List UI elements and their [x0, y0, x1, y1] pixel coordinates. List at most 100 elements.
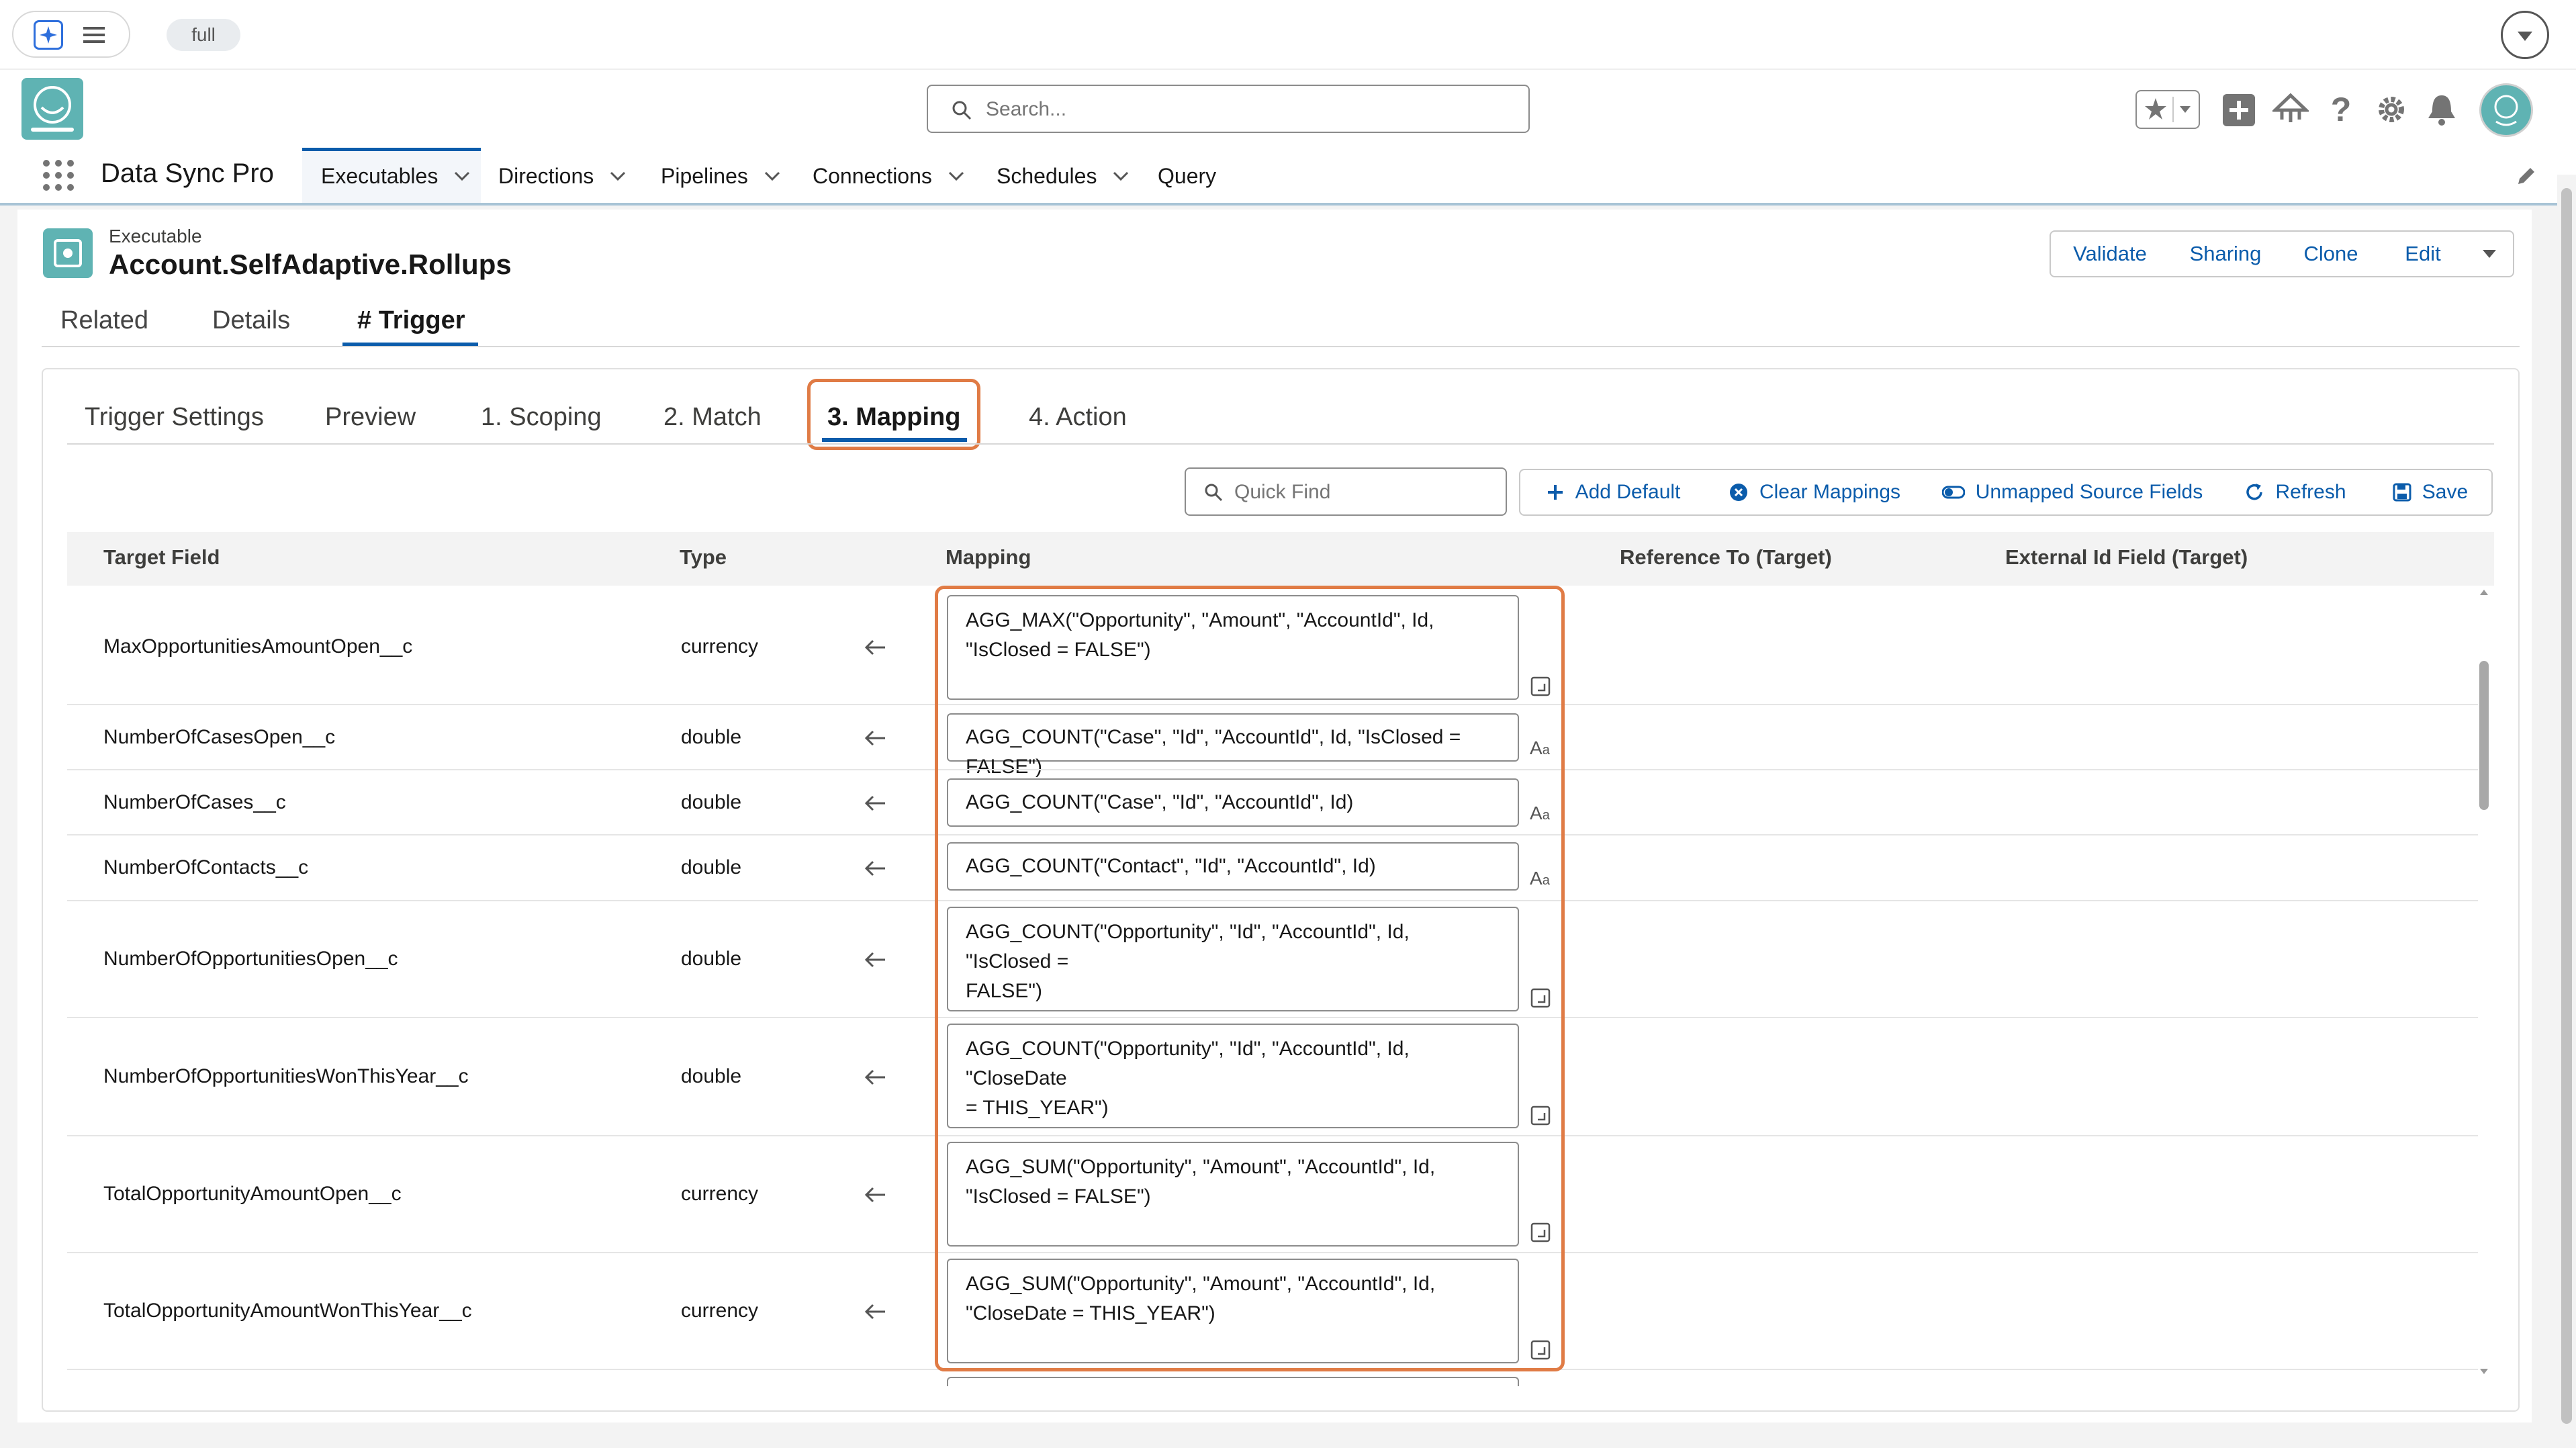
record-object-label: Executable: [109, 226, 202, 246]
save-button[interactable]: Save: [2369, 469, 2493, 516]
global-search[interactable]: [927, 85, 1530, 133]
chevron-down-icon[interactable]: [947, 167, 966, 185]
target-field: NumberOfOpportunitiesOpen__c: [103, 948, 398, 970]
chevron-down-icon[interactable]: [763, 167, 782, 185]
nav-tab-executables[interactable]: Executables: [321, 149, 471, 203]
field-type: currency: [681, 1300, 759, 1322]
agent-icon[interactable]: [34, 20, 63, 50]
tab-preview[interactable]: Preview: [325, 403, 416, 432]
target-field: TotalOpportunityAmountWonThisYear__c: [103, 1300, 472, 1322]
help-icon[interactable]: ?: [2328, 91, 2354, 128]
edit-button-label: Edit: [2405, 242, 2441, 265]
target-field: TotalOpportunityAmountOpen__c: [103, 1183, 402, 1205]
gear-icon[interactable]: [2375, 93, 2408, 126]
tab-action[interactable]: 4. Action: [1029, 403, 1127, 432]
nav-tab-label: Connections: [813, 163, 932, 188]
target-field: NumberOfOpportunitiesWonThisYear__c: [103, 1065, 469, 1087]
tab-trigger[interactable]: # Trigger: [357, 306, 465, 335]
tab-mapping-underline: [822, 438, 967, 442]
refresh-label: Refresh: [2275, 481, 2346, 503]
add-default-label: Add Default: [1575, 481, 1681, 503]
unmapped-source-fields-label: Unmapped Source Fields: [1975, 481, 2203, 503]
global-actions-icon[interactable]: [2223, 94, 2255, 126]
close-circle-icon: [1729, 484, 1747, 501]
field-type: double: [681, 856, 742, 878]
top-strip: [0, 0, 2576, 70]
record-tabs-divider: [42, 346, 2520, 347]
edit-button[interactable]: Edit: [2380, 230, 2467, 277]
chevron-down-icon[interactable]: [608, 167, 627, 185]
favorites-button[interactable]: [2135, 90, 2200, 129]
page-scrollbar-thumb[interactable]: [2561, 188, 2572, 1424]
refresh-button[interactable]: Refresh: [2221, 469, 2371, 516]
browser-menu-button[interactable]: [2501, 11, 2549, 59]
app-launcher-icon[interactable]: [42, 159, 75, 192]
nav-tab-pipelines[interactable]: Pipelines: [661, 149, 782, 203]
column-mapping[interactable]: Mapping: [946, 545, 1031, 570]
tab-related[interactable]: Related: [60, 306, 148, 335]
tab-match[interactable]: 2. Match: [663, 403, 762, 432]
field-type: double: [681, 791, 742, 813]
refresh-icon: [2246, 484, 2263, 500]
column-external-id[interactable]: External Id Field (Target): [2005, 545, 2248, 570]
sub-tabs-divider: [67, 443, 2494, 445]
field-type: double: [681, 1065, 742, 1087]
table-scroll-down[interactable]: [2477, 1363, 2491, 1378]
sharing-button-label: Sharing: [2189, 242, 2262, 265]
trailhead-icon[interactable]: [2272, 93, 2309, 126]
arrow-left-icon: [864, 639, 885, 655]
search-icon: [1203, 482, 1224, 502]
validate-button[interactable]: Validate: [2050, 230, 2170, 277]
mapping-column-highlight: [935, 586, 1565, 1371]
avatar[interactable]: [2479, 83, 2533, 137]
nav-tab-label: Executables: [321, 163, 439, 188]
arrow-left-icon: [864, 795, 885, 811]
column-reference-to[interactable]: Reference To (Target): [1620, 545, 1832, 570]
field-type: currency: [681, 635, 759, 658]
arrow-left-icon: [864, 1069, 885, 1085]
app-name: Data Sync Pro: [101, 159, 274, 188]
nav-tab-label: Directions: [498, 163, 594, 188]
field-type: double: [681, 726, 742, 748]
tab-details[interactable]: Details: [212, 306, 290, 335]
more-actions-button[interactable]: [2466, 230, 2514, 277]
chevron-down-icon[interactable]: [453, 167, 471, 185]
next-row-peek: [947, 1377, 1519, 1386]
nav-tab-label: Pipelines: [661, 163, 748, 188]
bell-icon[interactable]: [2426, 93, 2458, 126]
quick-find[interactable]: [1185, 467, 1507, 516]
arrow-left-icon: [864, 1304, 885, 1320]
nav-tab-label: Schedules: [997, 163, 1097, 188]
record-title: Account.SelfAdaptive.Rollups: [109, 248, 512, 280]
unmapped-source-fields-button[interactable]: Unmapped Source Fields: [1923, 469, 2223, 516]
nav-tab-label: Query: [1158, 163, 1217, 188]
org-badge: full: [167, 19, 240, 51]
table-scrollbar-thumb[interactable]: [2479, 661, 2489, 810]
column-target-field[interactable]: Target Field: [103, 545, 220, 570]
quick-find-input[interactable]: [1233, 477, 1491, 508]
sharing-button[interactable]: Sharing: [2169, 230, 2283, 277]
app-launcher-pill[interactable]: [12, 11, 130, 58]
tab-trigger-settings[interactable]: Trigger Settings: [85, 403, 264, 432]
tab-scoping[interactable]: 1. Scoping: [481, 403, 602, 432]
nav-tab-schedules[interactable]: Schedules: [997, 149, 1130, 203]
hamburger-icon[interactable]: [83, 24, 107, 46]
field-type: currency: [681, 1183, 759, 1205]
arrow-left-icon: [864, 1187, 885, 1203]
clone-button[interactable]: Clone: [2282, 230, 2381, 277]
column-type[interactable]: Type: [680, 545, 727, 570]
target-field: NumberOfCases__c: [103, 791, 286, 813]
org-badge-label: full: [191, 24, 216, 45]
clear-mappings-button[interactable]: Clear Mappings: [1706, 469, 1925, 516]
search-input[interactable]: [984, 93, 1511, 126]
toggle-icon: [1941, 486, 1965, 499]
save-label: Save: [2422, 481, 2469, 503]
pencil-icon[interactable]: [2514, 165, 2537, 188]
chevron-down-icon[interactable]: [1111, 167, 1130, 185]
nav-tab-directions[interactable]: Directions: [498, 149, 627, 203]
arrow-left-icon: [864, 860, 885, 876]
nav-tab-query[interactable]: Query: [1158, 149, 1216, 203]
add-default-button[interactable]: Add Default: [1519, 469, 1707, 516]
tab-mapping[interactable]: 3. Mapping: [827, 403, 960, 432]
nav-tab-connections[interactable]: Connections: [813, 149, 966, 203]
